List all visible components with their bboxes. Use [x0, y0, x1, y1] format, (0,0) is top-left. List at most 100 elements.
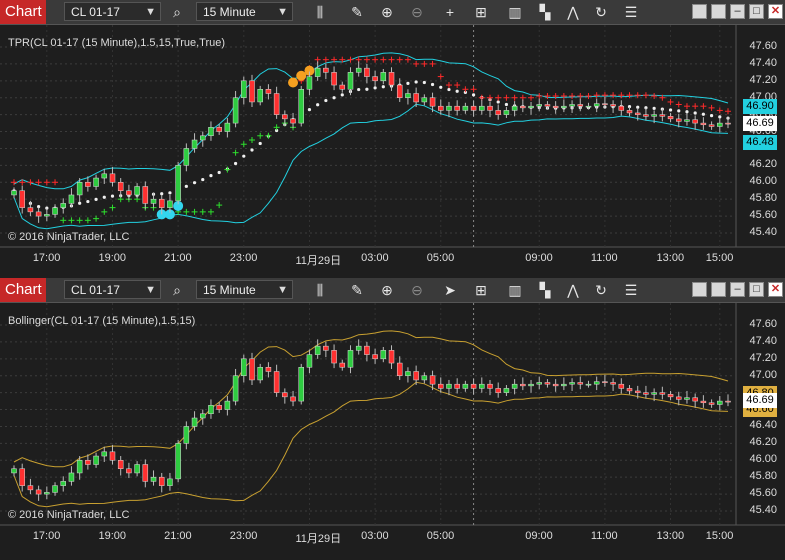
price-panel-top[interactable]: TPR(CL 01-17 (15 Minute),1.5,15,True,Tru…: [0, 25, 785, 277]
window-option-button[interactable]: [692, 4, 707, 19]
trail-dot: [709, 113, 714, 118]
trail-dot: [718, 115, 722, 119]
search-icon[interactable]: ⌕: [168, 281, 186, 299]
candle-body: [249, 358, 255, 381]
candle-body: [479, 383, 485, 389]
pencil-icon[interactable]: ✎: [348, 3, 366, 21]
trail-dot: [447, 87, 451, 92]
interval-selector[interactable]: 15 Minute ▼: [196, 2, 293, 21]
candle-body: [331, 350, 337, 364]
candle-body: [117, 460, 124, 469]
candle-body: [364, 67, 370, 77]
time-axis-label: 03:00: [361, 252, 389, 264]
copyright-label: © 2016 NinjaTrader, LLC: [8, 231, 130, 243]
zoom-in-icon[interactable]: ⊕: [378, 281, 396, 299]
reload-icon[interactable]: ↻: [592, 281, 610, 299]
candle-body: [339, 84, 346, 90]
candle-body: [167, 478, 173, 486]
candle-body: [569, 104, 575, 107]
candle-body: [68, 472, 75, 482]
time-axis-label: 13:00: [656, 530, 685, 542]
candle-body: [27, 485, 34, 491]
candle-body: [503, 388, 510, 393]
candle-body: [413, 371, 419, 381]
close-button[interactable]: ✕: [768, 282, 783, 297]
candle-body: [257, 367, 263, 381]
crosshair-icon[interactable]: +: [441, 3, 459, 21]
candle-body: [175, 165, 181, 202]
candle-body: [142, 464, 149, 482]
indicators-icon[interactable]: ▥: [506, 3, 524, 21]
candle-body: [265, 367, 272, 372]
price-chart-bottom[interactable]: [0, 303, 785, 560]
zoom-out-icon[interactable]: ⊖: [408, 3, 426, 21]
properties-icon[interactable]: ☰: [622, 3, 640, 21]
candle-body: [667, 394, 674, 398]
close-button[interactable]: ✕: [768, 4, 783, 19]
candle-body: [249, 80, 255, 103]
instrument-value: CL 01-17: [71, 5, 120, 19]
candle-body: [101, 451, 108, 457]
trail-dot: [439, 85, 443, 89]
price-axis-label: 47.00: [749, 368, 777, 381]
data-box-icon[interactable]: ⊞: [472, 281, 490, 299]
zoom-in-icon[interactable]: ⊕: [378, 3, 396, 21]
window-option-button[interactable]: [711, 282, 726, 297]
zoom-out-icon[interactable]: ⊖: [408, 281, 426, 299]
candle-body: [438, 105, 444, 111]
candle-body: [659, 114, 666, 117]
candle-body: [380, 72, 387, 82]
strategies-icon[interactable]: ▚: [536, 281, 554, 299]
strategies-icon[interactable]: ▚: [536, 3, 554, 21]
candle-body: [536, 382, 542, 385]
pointer-icon[interactable]: ➤: [441, 281, 459, 299]
price-axis-label: 45.60: [749, 487, 777, 500]
indicators-icon[interactable]: ▥: [506, 281, 524, 299]
candle-body: [298, 367, 304, 402]
time-axis-label: 21:00: [164, 252, 192, 264]
trail-dot: [78, 201, 82, 205]
maximize-button[interactable]: □: [749, 282, 764, 297]
data-box-icon[interactable]: ⊞: [472, 3, 490, 21]
instrument-selector[interactable]: CL 01-17 ▼: [64, 2, 161, 21]
indicator-label: Bollinger(CL 01-17 (15 Minute),1.5,15): [8, 315, 196, 327]
search-icon[interactable]: ⌕: [168, 3, 186, 21]
candle-body: [388, 350, 395, 364]
drawing-tools-icon[interactable]: ⋀: [564, 3, 582, 21]
sell-signal-dot: [288, 77, 299, 88]
time-axis-label: 05:00: [426, 530, 455, 542]
window-option-button[interactable]: [711, 4, 726, 19]
reload-icon[interactable]: ↻: [592, 3, 610, 21]
bar-type-icon[interactable]: ⫼: [311, 281, 329, 299]
trail-dot: [233, 161, 238, 166]
interval-selector[interactable]: 15 Minute ▼: [196, 280, 293, 299]
candle-body: [372, 76, 378, 82]
maximize-button[interactable]: □: [749, 4, 764, 19]
price-axis-label: 45.80: [749, 470, 777, 483]
candle-body: [52, 207, 58, 215]
candle-body: [602, 103, 608, 105]
chevron-down-icon: ▼: [277, 284, 288, 296]
trail-dot: [201, 177, 205, 182]
candle-body: [429, 375, 436, 385]
candle-body: [602, 381, 608, 383]
bar-type-icon[interactable]: ⫼: [311, 3, 329, 21]
drawing-tools-icon[interactable]: ⋀: [564, 281, 582, 299]
time-axis-label: 21:00: [164, 530, 192, 542]
candle-body: [290, 396, 296, 402]
candle-body: [643, 114, 649, 117]
upper-band-line: [13, 330, 729, 468]
candle-body: [634, 390, 641, 393]
instrument-selector[interactable]: CL 01-17 ▼: [64, 280, 161, 299]
window-option-button[interactable]: [692, 282, 707, 297]
price-panel-bottom[interactable]: Bollinger(CL 01-17 (15 Minute),1.5,15) ©…: [0, 303, 785, 560]
trail-dot: [496, 100, 500, 104]
candle-body: [495, 388, 501, 393]
candle-body: [306, 354, 313, 368]
minimize-button[interactable]: –: [730, 4, 745, 19]
minimize-button[interactable]: –: [730, 282, 745, 297]
pencil-icon[interactable]: ✎: [348, 281, 366, 299]
candle-body: [577, 382, 584, 385]
candle-body: [651, 114, 657, 117]
properties-icon[interactable]: ☰: [622, 281, 640, 299]
